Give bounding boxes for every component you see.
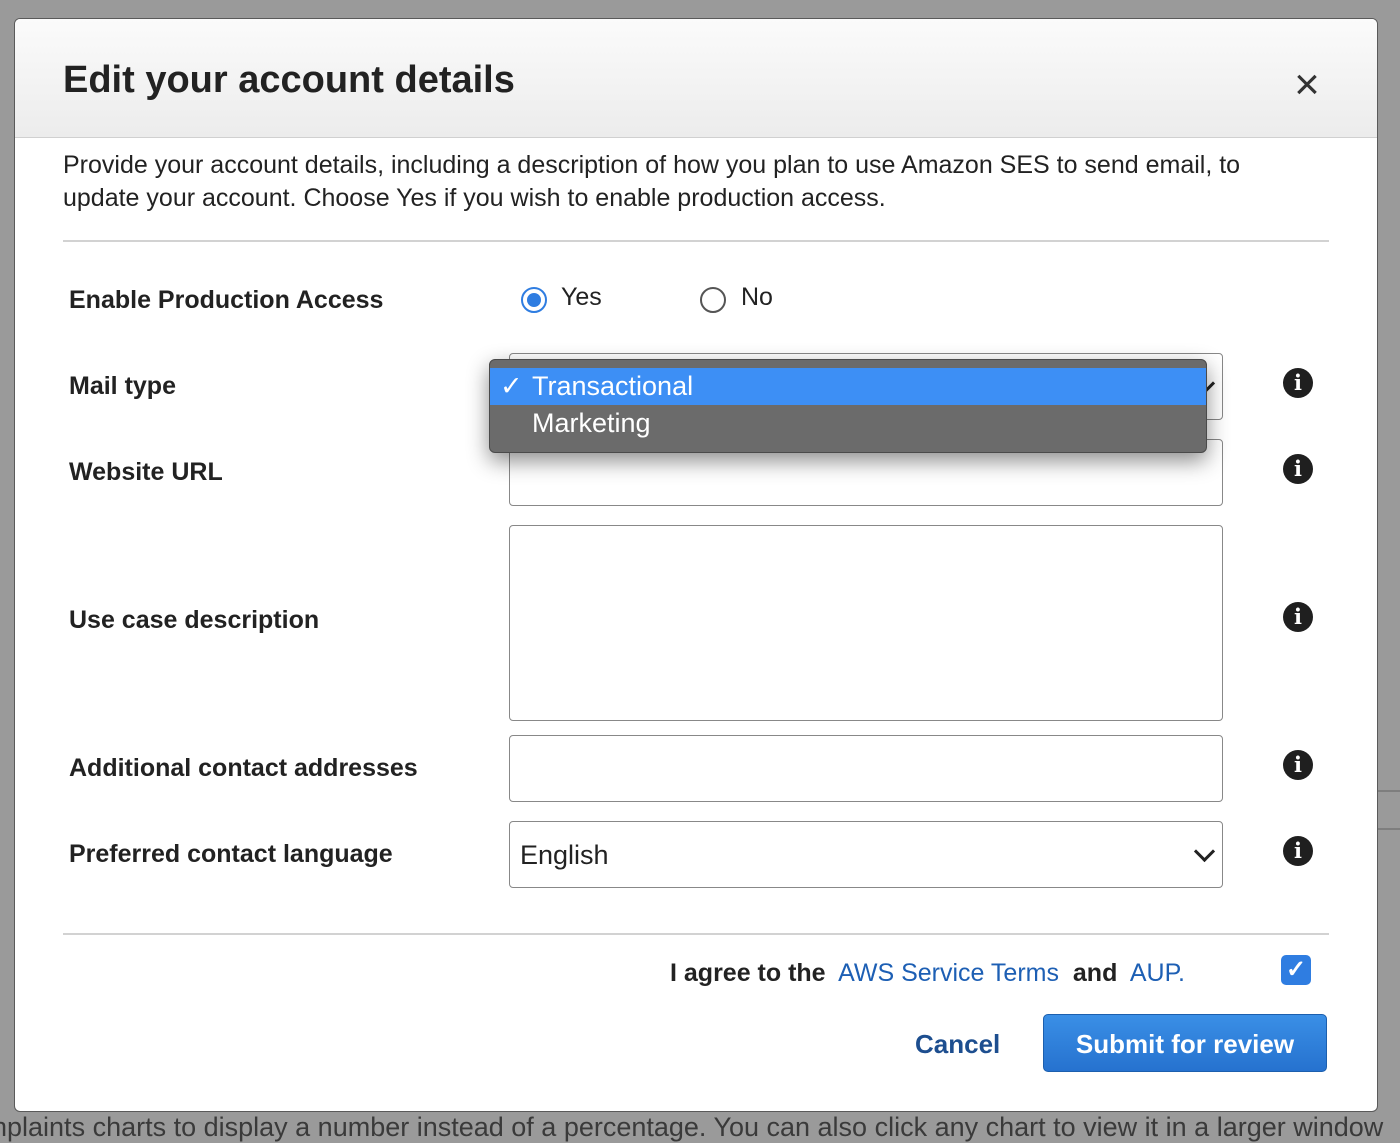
website-url-label: Website URL <box>69 458 223 486</box>
contact-language-label: Preferred contact language <box>69 840 393 868</box>
radio-yes-label[interactable]: Yes <box>561 283 602 312</box>
section-divider <box>63 240 1329 242</box>
mail-type-dropdown: ✓ Transactional Marketing <box>489 359 1207 453</box>
aup-link[interactable]: AUP. <box>1130 959 1185 987</box>
additional-contacts-label: Additional contact addresses <box>69 754 418 782</box>
intro-text: Provide your account details, including … <box>63 151 1241 212</box>
mail-type-option-transactional[interactable]: ✓ Transactional <box>490 368 1206 405</box>
agreement-text: I agree to the AWS Service Terms and AUP… <box>670 959 1185 988</box>
section-divider <box>63 933 1329 935</box>
radio-no-label[interactable]: No <box>741 283 773 312</box>
agreement-joiner: and <box>1072 959 1118 987</box>
info-icon[interactable]: i <box>1283 836 1313 866</box>
background-page-text: nplaints charts to display a number inst… <box>0 1112 1384 1142</box>
background-divider <box>1378 828 1400 830</box>
mail-type-label: Mail type <box>69 372 176 400</box>
contact-language-select[interactable]: English <box>509 821 1223 888</box>
background-divider <box>1378 790 1400 792</box>
info-icon[interactable]: i <box>1283 602 1313 632</box>
modal-title: Edit your account details <box>63 59 515 101</box>
chevron-down-icon <box>1193 840 1216 863</box>
option-label: Marketing <box>532 408 651 438</box>
contact-language-value: English <box>520 840 609 870</box>
info-icon[interactable]: i <box>1283 368 1313 398</box>
close-icon[interactable]: × <box>1287 63 1327 107</box>
edit-account-modal: Edit your account details × Provide your… <box>14 18 1378 1112</box>
radio-no[interactable] <box>700 287 726 313</box>
radio-yes[interactable] <box>521 287 547 313</box>
agreement-prefix: I agree to the <box>670 959 826 987</box>
modal-header: Edit your account details × <box>15 19 1377 138</box>
submit-for-review-button[interactable]: Submit for review <box>1043 1014 1327 1072</box>
agree-checkbox[interactable]: ✓ <box>1281 955 1311 985</box>
cancel-button[interactable]: Cancel <box>915 1029 1000 1060</box>
mail-type-option-marketing[interactable]: Marketing <box>490 405 1206 442</box>
use-case-label: Use case description <box>69 606 320 634</box>
info-icon[interactable]: i <box>1283 750 1313 780</box>
use-case-textarea[interactable] <box>509 525 1223 721</box>
option-label: Transactional <box>532 371 694 401</box>
production-access-label: Enable Production Access <box>69 286 384 314</box>
additional-contacts-input[interactable] <box>509 735 1223 802</box>
info-icon[interactable]: i <box>1283 454 1313 484</box>
check-icon: ✓ <box>500 371 523 401</box>
aws-service-terms-link[interactable]: AWS Service Terms <box>838 959 1059 987</box>
